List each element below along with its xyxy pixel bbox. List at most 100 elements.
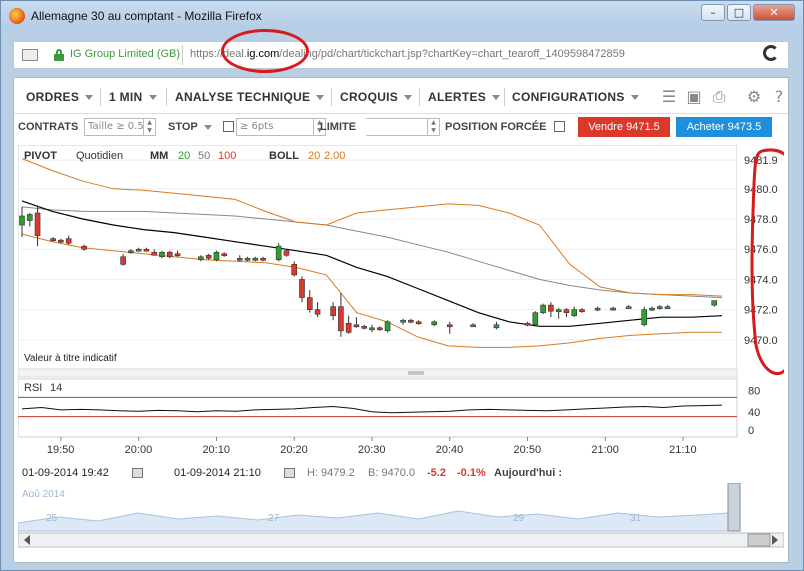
candle-body (415, 321, 422, 325)
maximize-button[interactable]: □ (727, 4, 751, 21)
candle-body (81, 245, 88, 250)
candle-body (221, 253, 228, 257)
firefox-icon (9, 8, 25, 24)
stop-input[interactable]: ≥ 6pts ▲ ▼ (236, 118, 326, 136)
candle-body (174, 253, 181, 257)
legend-item: Quotidien (76, 150, 123, 162)
gear-icon[interactable]: ⚙ (745, 88, 763, 106)
legend-item: MM (150, 150, 168, 162)
candle-body (166, 251, 173, 258)
rsi-tick-label: 0 (748, 425, 754, 437)
legend-item: BOLL (269, 150, 299, 162)
change-value: -5.2 (427, 467, 446, 479)
candle-body (34, 212, 41, 236)
menu-analyse-technique[interactable]: ANALYSE TECHNIQUE (175, 90, 325, 104)
chevron-down-icon (148, 95, 157, 101)
rsi-panel (18, 378, 738, 438)
candlestick (540, 303, 546, 315)
annotation-circle-url (221, 29, 309, 73)
chart-toolbar: ORDRES 1 MIN ANALYSE TECHNIQUE CROQUIS A… (14, 78, 788, 114)
x-tick-label: 20:50 (514, 444, 542, 456)
contrats-input[interactable]: Taille ≥ 0.5 ▲ ▼ (84, 118, 156, 136)
candle-body (299, 279, 305, 298)
price-chart[interactable]: 9481.9 9480.0 9478.0 9476.0 9474.0 9472.0 9470… (18, 145, 784, 463)
candle-body (540, 304, 546, 313)
y-tick-label: 9470.0 (744, 335, 778, 347)
candle-body (594, 307, 601, 311)
candle-body (338, 306, 344, 332)
title-bar[interactable]: Allemagne 30 au comptant - Mozilla Firef… (1, 1, 803, 31)
candlestick (532, 311, 539, 327)
navigator[interactable]: Aoû 2014 25 27 29 31 (18, 483, 784, 561)
candle-body (128, 250, 134, 254)
site-identity[interactable]: IG Group Limited (GB) (70, 48, 180, 60)
candle-body (291, 264, 298, 276)
menu-croquis[interactable]: CROQUIS (340, 90, 413, 104)
candle-body (369, 327, 375, 331)
sell-button[interactable]: Vendre 9471.5 (578, 117, 670, 137)
stop-checkbox[interactable] (223, 121, 234, 132)
candle-body (376, 327, 383, 331)
x-tick-label: 19:50 (47, 444, 75, 456)
today-label: Aujourd'hui : (494, 467, 562, 479)
indicative-note: Valeur à titre indicatif (24, 353, 117, 364)
calendar-icon[interactable] (132, 468, 143, 478)
limite-label: LIMITE (320, 121, 357, 133)
panel-splitter (18, 368, 738, 378)
menu-configurations[interactable]: CONFIGURATIONS (512, 90, 639, 104)
candlestick (384, 320, 391, 333)
candle-body (524, 322, 531, 326)
change-percent: -0.1% (457, 467, 486, 479)
candle-body (283, 250, 290, 256)
stepper-icon[interactable]: ▲ ▼ (427, 119, 439, 135)
reload-icon[interactable] (763, 45, 779, 61)
date-to[interactable]: 01-09-2014 21:10 (174, 467, 261, 479)
candle-body (649, 307, 655, 311)
candle-body (446, 324, 453, 328)
contrats-label: CONTRATS (18, 121, 79, 133)
menu-alertes[interactable]: ALERTES (428, 90, 501, 104)
x-tick-label: 21:00 (591, 444, 619, 456)
minimize-button[interactable]: – (701, 4, 725, 21)
candle-body (361, 325, 368, 329)
close-button[interactable]: ✕ (753, 4, 795, 21)
x-tick-label: 20:30 (358, 444, 386, 456)
candle-body (19, 215, 25, 226)
candle-body (260, 257, 266, 261)
position-forcee-checkbox[interactable] (554, 121, 565, 132)
candle-body (353, 324, 360, 328)
candle-body (213, 251, 220, 261)
candle-body (610, 307, 616, 311)
image-icon[interactable]: ▣ (685, 88, 703, 106)
chevron-down-icon (316, 95, 325, 101)
candle-body (548, 304, 554, 312)
navigator-label: 31 (630, 513, 642, 524)
date-from[interactable]: 01-09-2014 19:42 (22, 467, 109, 479)
address-bar[interactable]: IG Group Limited (GB) https://deal.ig.co… (13, 41, 789, 69)
candle-body (579, 309, 585, 312)
layers-icon[interactable]: ☰ (660, 88, 678, 106)
x-tick-label: 20:10 (202, 444, 230, 456)
lock-icon[interactable] (54, 49, 64, 61)
print-icon[interactable]: ⎙ (710, 88, 728, 106)
help-icon[interactable]: ? (770, 88, 788, 106)
x-tick-label: 21:10 (669, 444, 697, 456)
candle-body (384, 321, 391, 332)
buy-button[interactable]: Acheter 9473.5 (676, 117, 772, 137)
chevron-down-icon (203, 124, 212, 130)
rsi-tick-label: 40 (748, 407, 760, 419)
menu-ordres[interactable]: ORDRES (26, 90, 94, 104)
limite-input[interactable]: ▲ ▼ (366, 118, 440, 136)
candle-body (26, 214, 33, 221)
stepper-icon[interactable]: ▲ ▼ (143, 119, 155, 135)
candle-body (275, 245, 282, 261)
calendar-icon[interactable] (284, 468, 295, 478)
stop-label[interactable]: STOP (168, 121, 212, 133)
candle-body (198, 256, 204, 261)
candle-body (345, 322, 352, 333)
x-tick-label: 20:20 (280, 444, 308, 456)
y-tick-label: 9472.0 (744, 305, 778, 317)
navigator-handle (727, 483, 741, 532)
legend-item: 20 (178, 150, 190, 162)
menu-interval[interactable]: 1 MIN (109, 90, 157, 104)
